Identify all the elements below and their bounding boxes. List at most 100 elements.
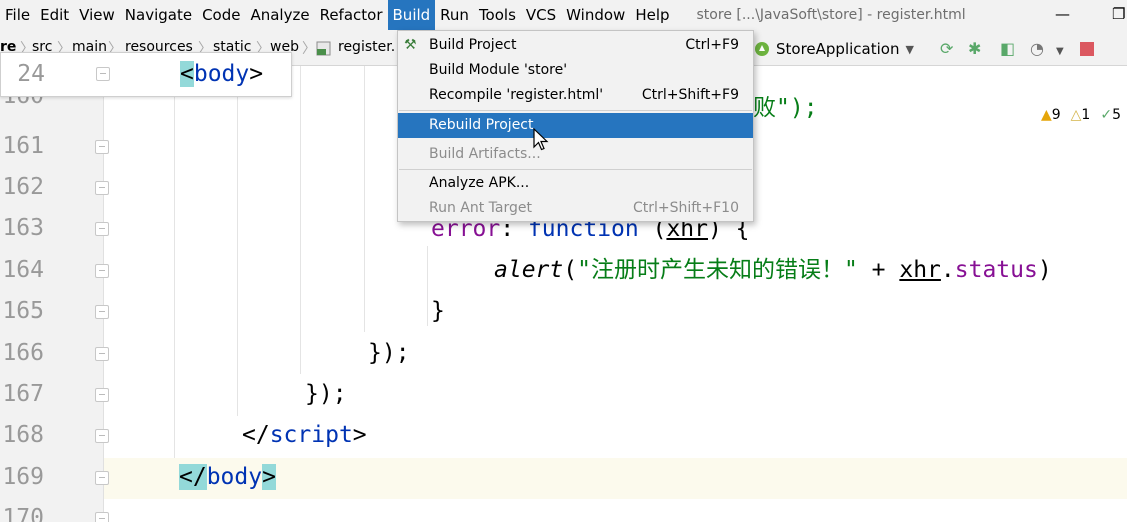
menu-item-rebuild-project[interactable]: Rebuild Project — [398, 113, 753, 138]
hammer-icon: ⚒ — [404, 37, 417, 53]
warning-count: ▲9 — [1041, 107, 1061, 123]
menu-build[interactable]: Build — [387, 0, 436, 30]
indent-guide — [174, 66, 175, 458]
menu-separator — [399, 110, 752, 111]
rerun-icon[interactable]: ⟳ — [940, 39, 953, 59]
code-line-160: 败"); — [753, 88, 818, 129]
warning-count-value: 9 — [1051, 107, 1061, 123]
current-line-highlight — [0, 458, 1127, 499]
menu-separator — [399, 169, 752, 170]
menu-item-run-ant-target: Run Ant Target Ctrl+Shift+F10 — [398, 196, 753, 221]
sticky-scope-header[interactable]: 24 <body> — [0, 52, 292, 97]
fold-marker-icon[interactable] — [95, 512, 109, 522]
menu-item-shortcut: Ctrl+Shift+F9 — [641, 87, 739, 103]
code-punct: > — [249, 61, 264, 87]
fold-marker-icon[interactable] — [95, 181, 109, 195]
fold-marker-icon[interactable] — [95, 140, 109, 154]
stop-icon[interactable] — [1080, 41, 1094, 61]
warning-icon: ▲ — [1040, 107, 1052, 123]
line-number: 167 — [2, 381, 44, 407]
code-punct: . — [940, 257, 955, 283]
code-line-169: </body> — [179, 457, 276, 498]
chevron-right-icon: 〉 — [302, 41, 316, 57]
check-icon: ✓ — [1100, 107, 1113, 123]
menu-item-shortcut: Ctrl+Shift+F10 — [632, 200, 739, 216]
minimize-button[interactable]: — — [1055, 0, 1070, 30]
menu-item-label: Build Artifacts... — [429, 146, 541, 162]
code-tag: body — [193, 61, 250, 87]
menu-item-label: Build Project — [429, 37, 517, 53]
code-line-165: } — [431, 298, 445, 324]
line-number: 166 — [2, 340, 44, 366]
line-number: 165 — [2, 298, 44, 324]
code-line-168: </script> — [242, 415, 367, 456]
ok-count: ✓5 — [1100, 107, 1121, 123]
code-property: status — [954, 257, 1038, 283]
fold-marker-icon[interactable] — [95, 305, 109, 319]
line-number: 170 — [2, 505, 44, 522]
editor-gutter: 160 161 162 163 164 165 166 167 168 169 … — [0, 66, 104, 522]
code-line-166: }); — [368, 340, 410, 366]
menu-navigate[interactable]: Navigate — [120, 0, 197, 30]
fold-marker-icon[interactable] — [95, 429, 109, 443]
fold-marker-icon[interactable] — [96, 67, 110, 81]
indent-guide — [364, 66, 365, 332]
indent-guide — [427, 246, 428, 326]
ok-count-value: 5 — [1112, 107, 1121, 123]
menu-window[interactable]: Window — [561, 0, 630, 30]
code-punct: ) — [1037, 257, 1052, 283]
code-tag: body — [206, 464, 263, 490]
spring-boot-icon — [755, 42, 769, 56]
line-number: 168 — [2, 422, 44, 448]
menu-item-label: Build Module 'store' — [429, 62, 568, 78]
menu-file[interactable]: File — [0, 0, 35, 30]
run-configuration-select[interactable]: StoreApplication ▼ — [752, 36, 914, 62]
inspection-widget[interactable]: ▲9 △1 ✓5 — [1041, 107, 1121, 123]
mouse-cursor-icon — [533, 128, 549, 151]
menu-bar: File Edit View Navigate Code Analyze Ref… — [0, 0, 1127, 30]
code-punct: ( — [563, 257, 578, 283]
code-punct: </ — [179, 464, 207, 490]
debug-icon[interactable]: ✱ — [968, 39, 981, 59]
weak-warning-count: △1 — [1071, 107, 1091, 123]
menu-code[interactable]: Code — [197, 0, 245, 30]
menu-item-label: Run Ant Target — [429, 200, 532, 216]
chevron-down-icon[interactable]: ▼ — [1056, 42, 1064, 62]
fold-marker-icon[interactable] — [95, 347, 109, 361]
menu-run[interactable]: Run — [435, 0, 474, 30]
menu-vcs[interactable]: VCS — [521, 0, 561, 30]
html-file-icon — [316, 40, 332, 60]
code-string: "注册时产生未知的错误！" — [577, 257, 858, 283]
menu-item-label: Analyze APK... — [429, 175, 530, 191]
menu-tools[interactable]: Tools — [474, 0, 521, 30]
menu-item-build-artifacts: Build Artifacts... — [398, 142, 753, 167]
menu-analyze[interactable]: Analyze — [245, 0, 314, 30]
menu-help[interactable]: Help — [630, 0, 674, 30]
fold-marker-icon[interactable] — [95, 264, 109, 278]
menu-view[interactable]: View — [74, 0, 120, 30]
menu-refactor[interactable]: Refactor — [315, 0, 388, 30]
indent-guide — [300, 66, 301, 374]
menu-item-build-project[interactable]: ⚒ Build Project Ctrl+F9 — [398, 33, 753, 58]
menu-item-build-module[interactable]: Build Module 'store' — [398, 58, 753, 83]
menu-item-analyze-apk[interactable]: Analyze APK... — [398, 171, 753, 196]
weak-warning-icon: △ — [1070, 107, 1082, 123]
window-title: store [...\JavaSoft\store] - register.ht… — [696, 7, 966, 23]
line-number: 161 — [2, 133, 44, 159]
line-number: 163 — [2, 215, 44, 241]
menu-edit[interactable]: Edit — [35, 0, 74, 30]
profiler-icon[interactable]: ◔ — [1030, 39, 1044, 59]
line-number: 164 — [2, 257, 44, 283]
coverage-icon[interactable]: ◧ — [1000, 39, 1015, 59]
menu-item-recompile[interactable]: Recompile 'register.html' Ctrl+Shift+F9 — [398, 83, 753, 108]
code-punct: > — [262, 464, 276, 490]
menu-item-shortcut: Ctrl+F9 — [685, 37, 739, 53]
fold-marker-icon[interactable] — [95, 222, 109, 236]
fold-marker-icon[interactable] — [95, 388, 109, 402]
fold-marker-icon[interactable] — [95, 471, 109, 485]
code-function: alert — [494, 257, 564, 283]
breadcrumb-file[interactable]: register. — [338, 39, 395, 55]
indent-guide — [237, 66, 238, 416]
restore-button[interactable]: ❐ — [1112, 0, 1125, 30]
code-string: 败"); — [753, 95, 818, 121]
